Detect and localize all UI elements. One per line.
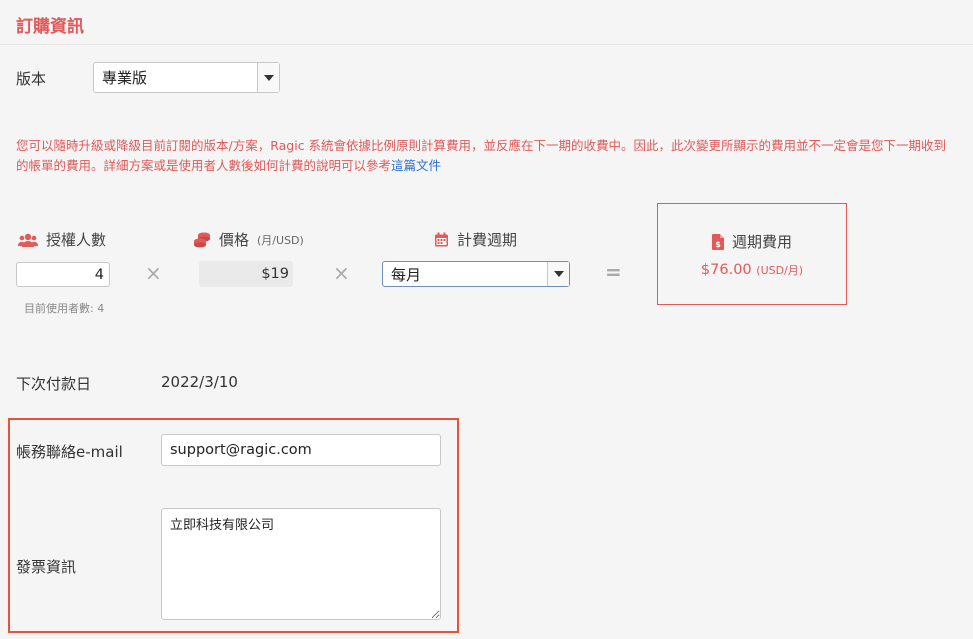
users-count-value: 4 [94,266,104,283]
notice-text: 您可以隨時升級或降級目前訂閱的版本/方案，Ragic 系統會依據比例原則計算費用… [16,138,947,173]
section-title: 訂購資訊 [16,17,84,37]
svg-text:$: $ [715,240,721,249]
invoice-info-textarea[interactable]: 立即科技有限公司 [161,508,441,620]
billing-cycle-select[interactable]: 每月 [382,261,570,287]
price-label: 價格 [219,231,250,249]
period-fee-header: $ 週期費用 [658,231,846,252]
users-count-input[interactable]: 4 [16,262,110,287]
users-label: 授權人數 [46,231,107,249]
users-icon [18,233,38,247]
period-fee-label: 週期費用 [731,233,792,251]
version-selected-value: 專業版 [102,69,148,87]
divider [0,44,973,45]
chevron-down-icon[interactable] [257,63,279,92]
price-unit: (月/USD) [257,233,304,247]
billing-cycle-selected: 每月 [391,265,422,284]
period-fee-box: $ 週期費用 $76.00 (USD/月) [657,203,847,305]
price-value: $19 [199,261,293,287]
version-select[interactable]: 專業版 [93,62,280,93]
equals-sign: = [605,260,622,284]
next-payment-label: 下次付款日 [16,375,92,393]
price-header: 價格 (月/USD) [193,229,304,250]
version-label: 版本 [16,70,47,88]
period-fee-amount: $76.00 (USD/月) [658,262,846,278]
next-payment-date: 2022/3/10 [161,373,238,391]
price-amount: $19 [261,266,289,282]
invoice-info-label: 發票資訊 [16,558,77,576]
multiply-sign-2: × [333,261,350,285]
notice-doc-link[interactable]: 這篇文件 [391,158,441,173]
cycle-header: 計費週期 [434,229,517,250]
current-users-note: 目前使用者數: 4 [24,302,105,315]
billing-email-label: 帳務聯絡e-mail [16,443,123,461]
period-fee-value: $76.00 [700,262,752,278]
coins-icon [193,232,211,248]
billing-email-value: support@ragic.com [170,442,312,458]
billing-notice: 您可以隨時升級或降級目前訂閱的版本/方案，Ragic 系統會依據比例原則計算費用… [16,136,956,176]
billing-email-input[interactable]: support@ragic.com [161,434,441,466]
multiply-sign: × [145,261,162,285]
cycle-label: 計費週期 [457,231,518,249]
chevron-down-icon[interactable] [547,262,569,286]
calendar-icon [434,232,449,247]
users-header: 授權人數 [18,229,106,250]
period-fee-unit: (USD/月) [756,264,804,277]
invoice-dollar-icon: $ [711,233,724,250]
